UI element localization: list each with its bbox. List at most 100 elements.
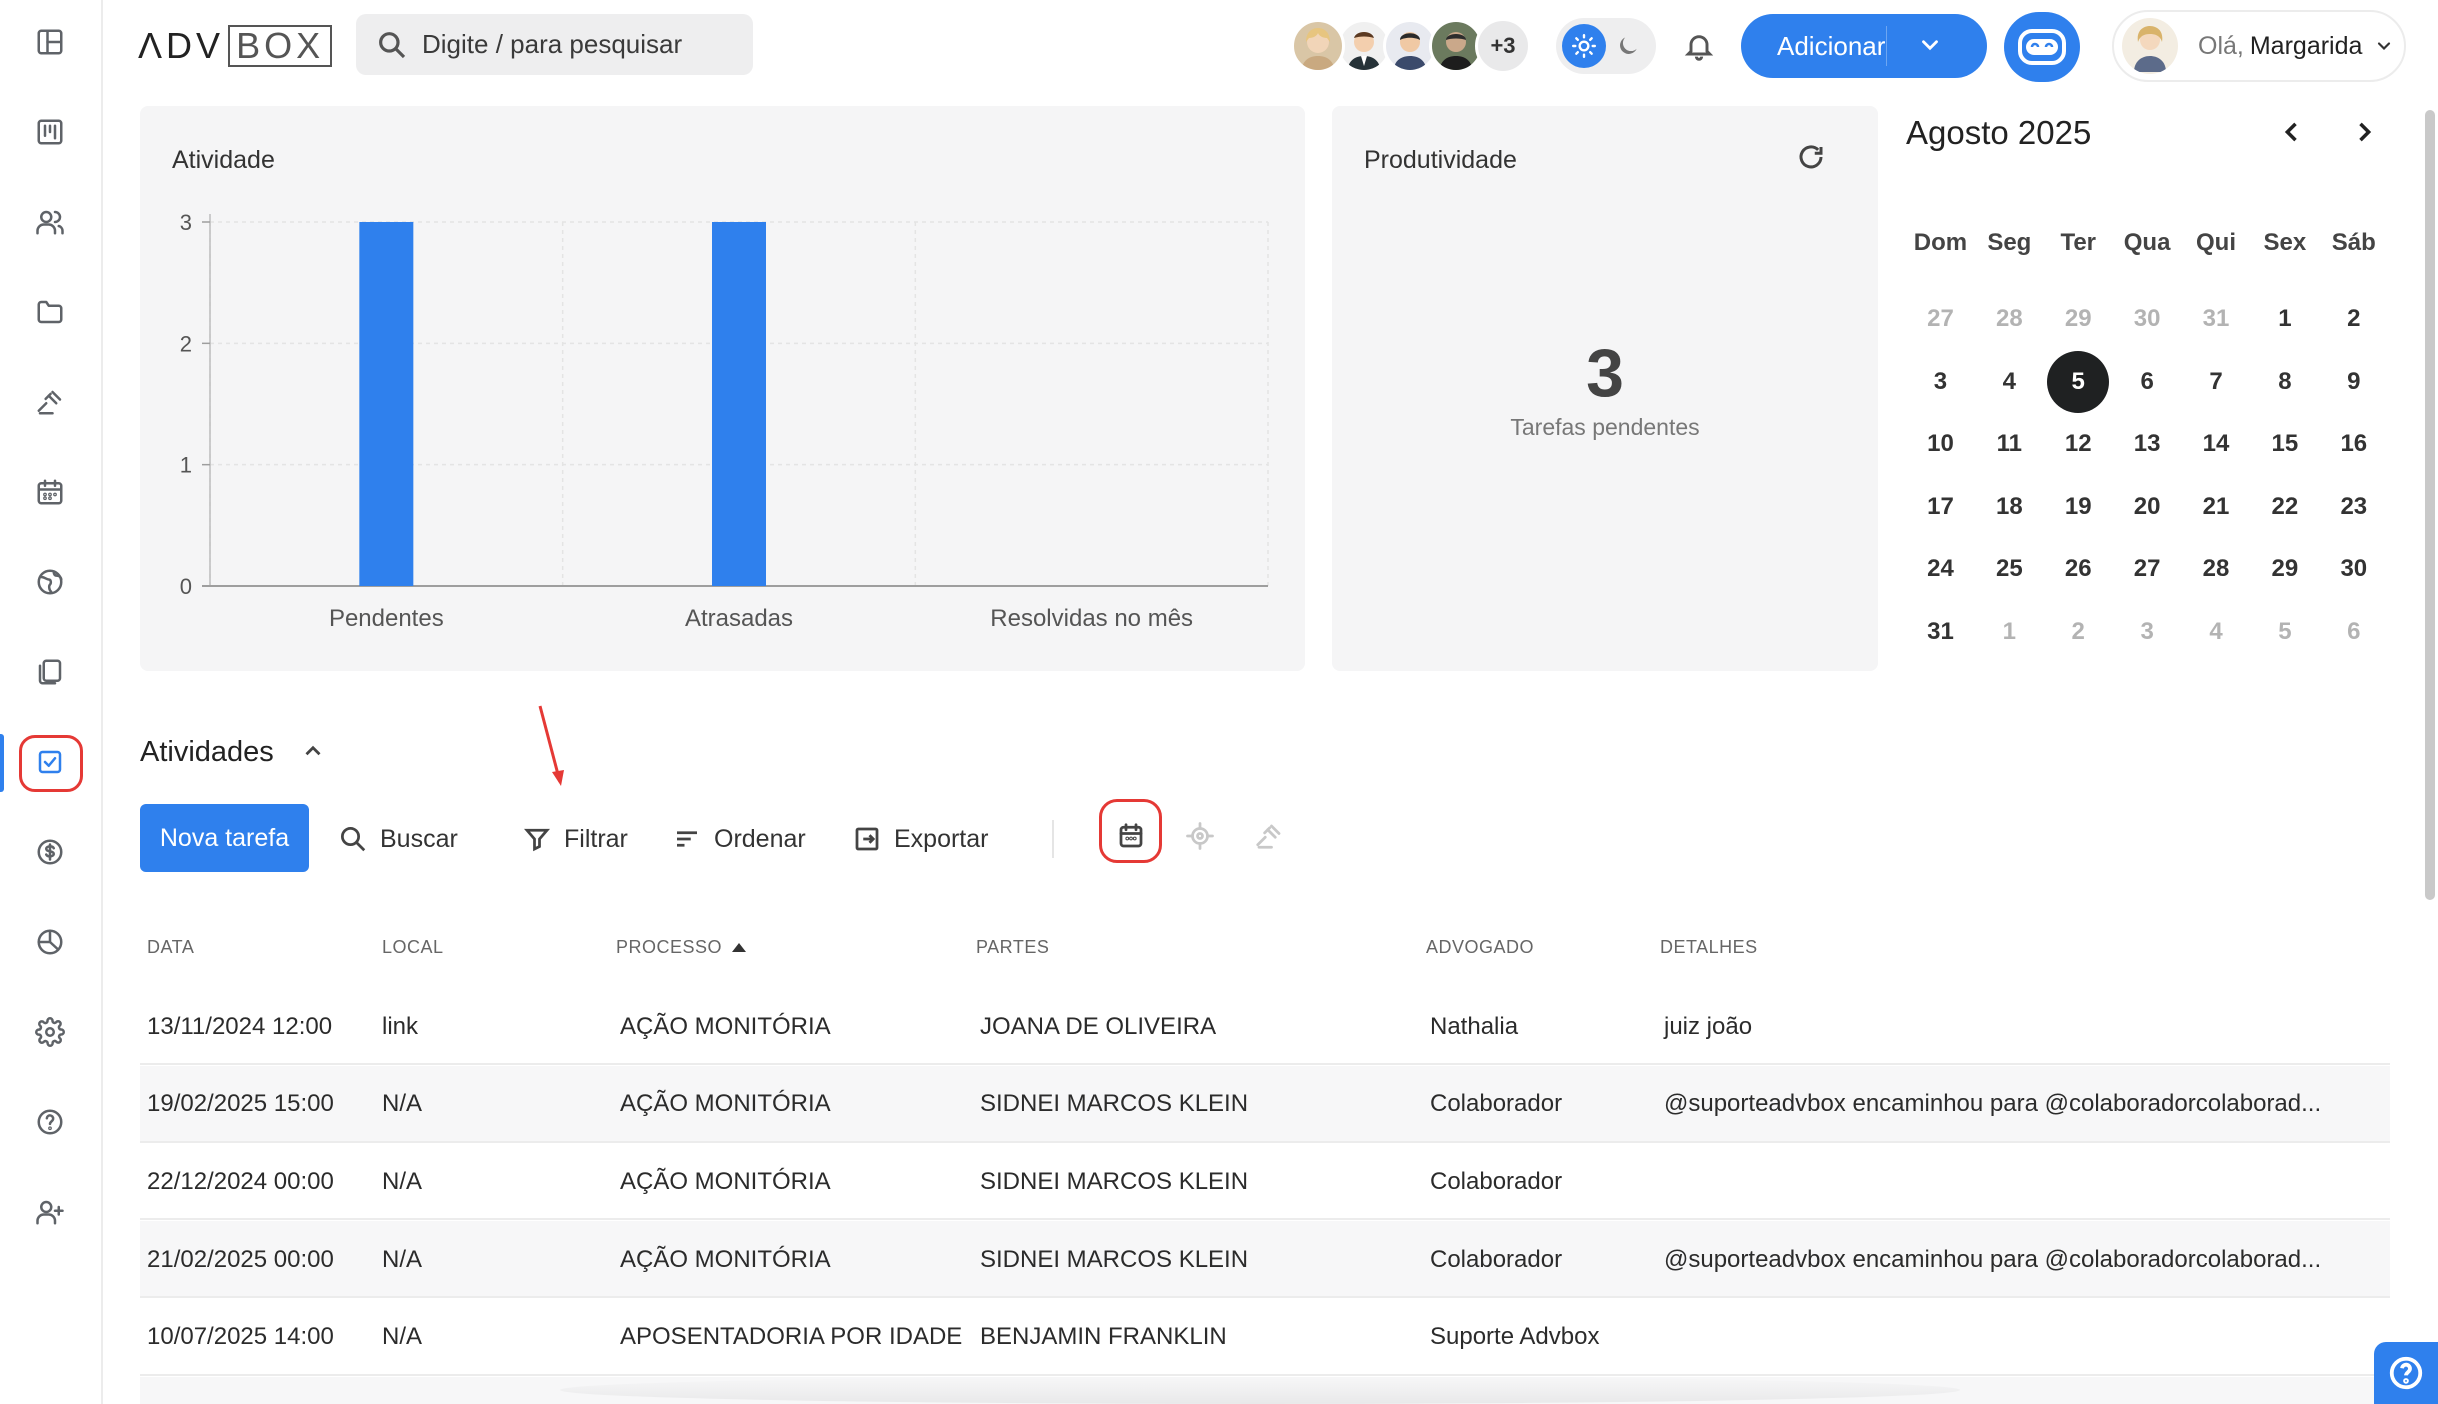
avatar[interactable] — [1291, 19, 1345, 73]
calendar-day[interactable]: 23 — [2319, 478, 2388, 536]
calendar-day[interactable]: 28 — [1975, 290, 2044, 348]
search-input[interactable] — [422, 29, 722, 60]
calendar-day[interactable]: 1 — [2250, 290, 2319, 348]
documents-icon[interactable] — [28, 650, 72, 694]
calendar-day[interactable]: 2 — [2319, 290, 2388, 348]
calendar-day[interactable]: 2 — [2044, 603, 2113, 661]
table-row[interactable]: 19/02/2025 15:00 N/A AÇÃO MONITÓRIA SIDNEI … — [140, 1065, 2390, 1143]
calendar-day[interactable]: 27 — [2113, 540, 2182, 598]
reports-icon[interactable] — [28, 920, 72, 964]
calendar-day[interactable]: 3 — [1906, 353, 1975, 411]
calendar-day[interactable]: 24 — [1906, 540, 1975, 598]
settings-icon[interactable] — [28, 1010, 72, 1054]
calendar-day[interactable]: 11 — [1975, 415, 2044, 473]
folder-icon[interactable] — [28, 290, 72, 334]
calendar-day[interactable]: 20 — [2113, 478, 2182, 536]
collapse-section-button[interactable] — [300, 738, 328, 766]
chevron-down-icon[interactable] — [1917, 32, 1943, 58]
calendar-day[interactable]: 6 — [2319, 603, 2388, 661]
more-avatars-badge[interactable]: +3 — [1475, 18, 1531, 74]
calendar-day[interactable]: 8 — [2250, 353, 2319, 411]
calendar-day[interactable]: 28 — [2182, 540, 2251, 598]
clients-icon[interactable] — [28, 200, 72, 244]
calendar-day[interactable]: 30 — [2319, 540, 2388, 598]
calendar-day[interactable]: 5 — [2250, 603, 2319, 661]
calendar-day[interactable]: 1 — [1975, 603, 2044, 661]
dark-mode-button[interactable] — [1606, 24, 1650, 68]
help-button[interactable] — [2374, 1342, 2438, 1404]
column-header-details[interactable]: DETALHES — [1660, 922, 1758, 972]
globe-icon[interactable] — [28, 560, 72, 604]
calendar-day[interactable]: 19 — [2044, 478, 2113, 536]
column-header-process[interactable]: PROCESSO — [616, 922, 747, 972]
search-tasks-button[interactable]: Buscar — [338, 805, 458, 873]
calendar-week: 10 11 12 13 14 15 16 — [1906, 413, 2416, 476]
calendar-day[interactable]: 26 — [2044, 540, 2113, 598]
calendar-day[interactable]: 25 — [1975, 540, 2044, 598]
export-button[interactable]: Exportar — [852, 805, 988, 873]
calendar-day[interactable]: 18 — [1975, 478, 2044, 536]
assistant-bot-button[interactable] — [2004, 12, 2080, 82]
calendar-day[interactable]: 21 — [2182, 478, 2251, 536]
calendar-day[interactable]: 17 — [1906, 478, 1975, 536]
table-row[interactable]: 21/02/2025 00:00 N/A AÇÃO MONITÓRIA SIDNEI … — [140, 1221, 2390, 1299]
column-header-parties[interactable]: PARTES — [976, 922, 1049, 972]
new-task-button[interactable]: Nova tarefa — [140, 804, 309, 872]
dashboard-icon[interactable] — [28, 20, 72, 64]
user-menu[interactable]: Olá, Margarida — [2112, 10, 2406, 82]
robot-icon — [2018, 29, 2066, 65]
calendar-day[interactable]: 31 — [2182, 290, 2251, 348]
table-row[interactable]: 10/07/2025 14:00 N/A APOSENTADORIA POR IDA… — [140, 1299, 2390, 1376]
table-row[interactable]: 22/12/2024 00:00 N/A AÇÃO MONITÓRIA SIDNEI … — [140, 1143, 2390, 1221]
column-header-location[interactable]: LOCAL — [382, 922, 444, 972]
table-row[interactable]: 13/11/2024 12:00 link AÇÃO MONITÓRIA JOANA … — [140, 988, 2390, 1065]
calendar-day[interactable]: 12 — [2044, 415, 2113, 473]
team-avatars[interactable]: +3 — [1291, 18, 1531, 74]
gavel-icon[interactable] — [28, 380, 72, 424]
sort-button[interactable]: Ordenar — [672, 805, 806, 873]
column-header-date[interactable]: DATA — [147, 922, 194, 972]
calendar-day[interactable]: 22 — [2250, 478, 2319, 536]
calendar-week: 17 18 19 20 21 22 23 — [1906, 476, 2416, 539]
calendar-day[interactable]: 6 — [2113, 353, 2182, 411]
calendar-day[interactable]: 10 — [1906, 415, 1975, 473]
scrollbar[interactable] — [2425, 110, 2435, 900]
calendar-day[interactable]: 30 — [2113, 290, 2182, 348]
finance-icon[interactable] — [28, 830, 72, 874]
calendar-day[interactable]: 4 — [2182, 603, 2251, 661]
refresh-button[interactable] — [1796, 142, 1830, 176]
kanban-icon[interactable] — [28, 110, 72, 154]
advbox-logo[interactable]: ΛDV BOX — [138, 24, 333, 68]
filter-button[interactable]: Filtrar — [522, 805, 628, 873]
light-mode-button[interactable] — [1562, 24, 1606, 68]
calendar-day[interactable]: 15 — [2250, 415, 2319, 473]
calendar-prev-button[interactable] — [2272, 112, 2312, 152]
calendar-day[interactable]: 4 — [1975, 353, 2044, 411]
target-view-button[interactable] — [1172, 808, 1228, 864]
help-circle-icon[interactable] — [28, 1100, 72, 1144]
add-button[interactable]: Adicionar — [1741, 14, 1987, 78]
calendar-icon[interactable] — [28, 470, 72, 514]
calendar-day[interactable]: 14 — [2182, 415, 2251, 473]
cell-date: 13/11/2024 12:00 — [147, 1012, 333, 1040]
hearing-view-button[interactable] — [1241, 808, 1297, 864]
calendar-week: 24 25 26 27 28 29 30 — [1906, 538, 2416, 601]
cell-parties: JOANA DE OLIVEIRA — [980, 1012, 1217, 1040]
calendar-day-today[interactable]: 5 — [2044, 350, 2113, 413]
calendar-day[interactable]: 16 — [2319, 415, 2388, 473]
global-search[interactable] — [356, 14, 753, 75]
calendar-day[interactable]: 13 — [2113, 415, 2182, 473]
column-header-lawyer[interactable]: ADVOGADO — [1426, 922, 1534, 972]
notifications-button[interactable] — [1677, 24, 1721, 68]
calendar-day[interactable]: 29 — [2044, 290, 2113, 348]
calendar-day[interactable]: 7 — [2182, 353, 2251, 411]
calendar-day[interactable]: 31 — [1906, 603, 1975, 661]
theme-toggle[interactable] — [1556, 18, 1656, 74]
calendar-day[interactable]: 29 — [2250, 540, 2319, 598]
calendar-day[interactable]: 9 — [2319, 353, 2388, 411]
calendar-day[interactable]: 27 — [1906, 290, 1975, 348]
calendar-next-button[interactable] — [2344, 112, 2384, 152]
calendar-week: 27 28 29 30 31 1 2 — [1906, 288, 2416, 351]
calendar-day[interactable]: 3 — [2113, 603, 2182, 661]
add-user-icon[interactable] — [28, 1190, 72, 1234]
